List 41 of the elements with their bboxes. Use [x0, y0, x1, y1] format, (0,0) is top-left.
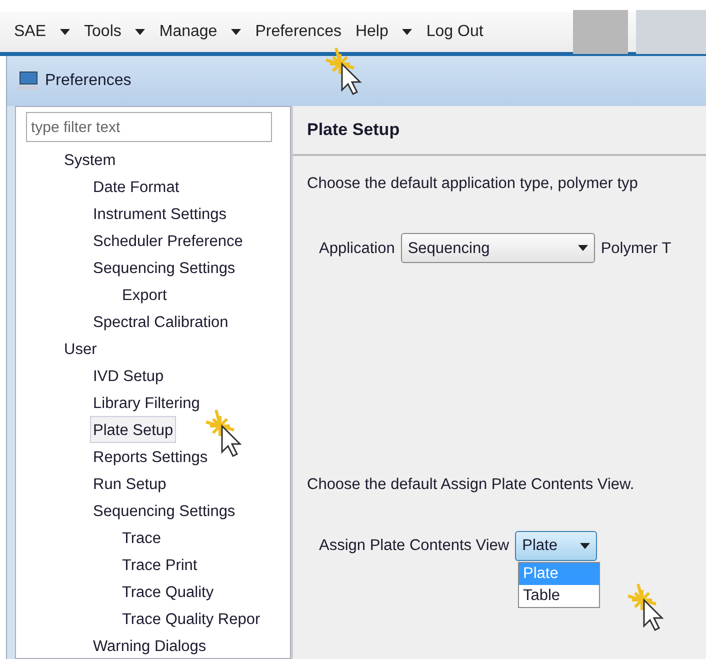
- application-dropdown[interactable]: Sequencing: [400, 233, 595, 264]
- view-label: Assign Plate Contents View: [319, 536, 510, 556]
- page-title: Plate Setup: [293, 106, 706, 156]
- tree-item[interactable]: Instrument Settings: [90, 200, 230, 227]
- tree-item[interactable]: Trace Print: [119, 551, 200, 578]
- dropdown-option[interactable]: Table: [519, 584, 599, 606]
- tree-item[interactable]: System: [61, 146, 119, 173]
- application-label: Application: [319, 238, 395, 259]
- tree-item[interactable]: Trace Quality: [119, 578, 217, 605]
- tree-item[interactable]: Scheduler Preference: [90, 227, 246, 254]
- caret-icon: [578, 245, 588, 252]
- thumbnail-block: [573, 10, 628, 54]
- tree-item[interactable]: Spectral Calibration: [90, 308, 232, 335]
- polymer-label: Polymer T: [600, 238, 672, 259]
- menu-item[interactable]: Tools: [84, 20, 146, 44]
- tree-item[interactable]: Run Setup: [90, 470, 170, 497]
- description-text: Choose the default application type, polymer typ: [306, 174, 639, 194]
- menu-item[interactable]: SAE: [14, 20, 70, 44]
- tree-item[interactable]: Reports Settings: [90, 443, 211, 470]
- description-text: Choose the default Assign Plate Contents View.: [306, 475, 636, 496]
- menu-item[interactable]: Log Out: [426, 20, 484, 44]
- tree-item[interactable]: Trace Quality Repor: [119, 605, 264, 632]
- menu-item[interactable]: Preferences: [255, 20, 342, 44]
- thumbnail-block: [636, 10, 706, 54]
- menu-item[interactable]: Manage: [159, 20, 242, 44]
- tree-item[interactable]: Sequencing Settings: [90, 254, 238, 281]
- tree-item[interactable]: User: [61, 335, 100, 362]
- view-dropdown[interactable]: Plate: [515, 530, 598, 560]
- tree-item[interactable]: Warning Dialogs: [90, 632, 210, 659]
- menu-item[interactable]: Help: [355, 20, 412, 44]
- tree-item[interactable]: Date Format: [90, 173, 182, 200]
- tree-item[interactable]: Sequencing Settings: [90, 497, 238, 524]
- tree-item[interactable]: Export: [119, 281, 170, 308]
- filter-field[interactable]: type filter text: [26, 112, 272, 142]
- tree-item[interactable]: IVD Setup: [90, 362, 167, 389]
- tree-item[interactable]: Plate Setup: [90, 416, 176, 443]
- caret-icon: [580, 542, 590, 548]
- window-title: Preferences: [45, 71, 132, 91]
- monitor-icon: [17, 71, 39, 91]
- tree-item[interactable]: Library Filtering: [90, 389, 203, 416]
- tree-item[interactable]: Trace: [119, 524, 164, 551]
